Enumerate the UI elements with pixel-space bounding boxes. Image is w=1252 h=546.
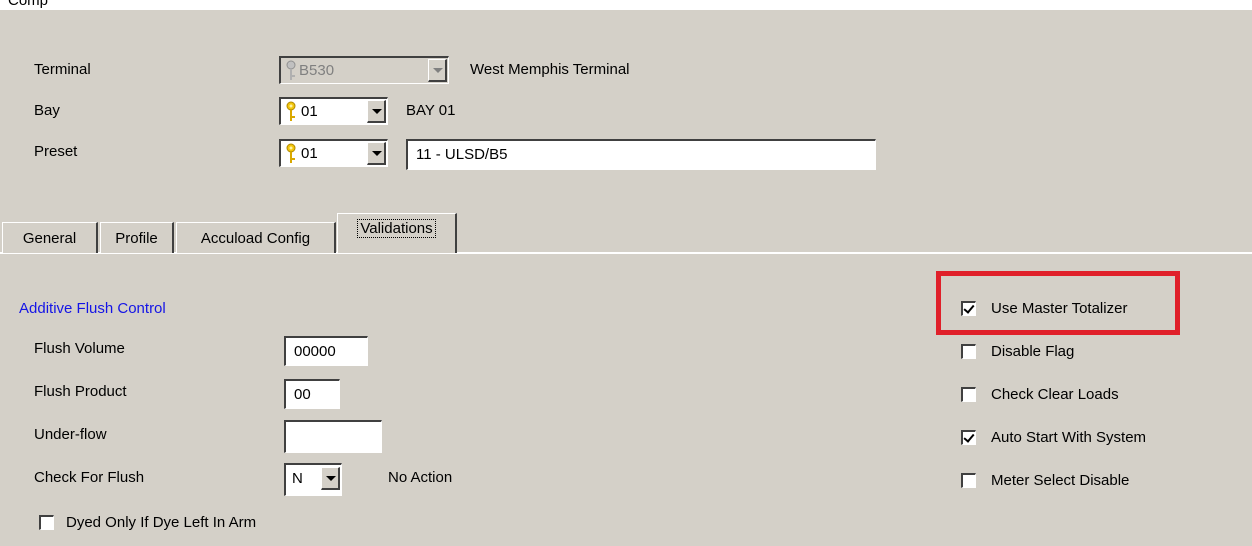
check-clear-loads-checkbox[interactable] <box>961 387 976 402</box>
tab-profile[interactable]: Profile <box>100 222 174 253</box>
chevron-down-icon[interactable] <box>367 142 386 165</box>
bay-name: BAY 01 <box>406 102 456 119</box>
tab-validations[interactable]: Validations <box>337 213 457 253</box>
check-for-flush-label: Check For Flush <box>34 469 145 486</box>
check-clear-loads-label: Check Clear Loads <box>991 386 1119 403</box>
chevron-down-icon[interactable] <box>321 467 340 490</box>
terminal-code: B530 <box>299 62 335 79</box>
flush-product-label: Flush Product <box>34 383 127 400</box>
meter-select-disable-label: Meter Select Disable <box>991 472 1130 489</box>
chevron-down-icon[interactable] <box>367 100 386 123</box>
tab-general-label: General <box>22 230 77 247</box>
terminal-combo[interactable]: B530 <box>279 56 449 84</box>
terminal-name: West Memphis Terminal <box>470 61 630 78</box>
auto-start-with-system-checkbox[interactable] <box>961 430 976 445</box>
tab-accuload-config[interactable]: Accuload Config <box>176 222 336 253</box>
disable-flag-label: Disable Flag <box>991 343 1075 360</box>
tab-general[interactable]: General <box>2 222 98 253</box>
check-for-flush-select[interactable]: N <box>284 463 342 496</box>
dyed-only-checkbox[interactable] <box>39 515 54 530</box>
preset-label: Preset <box>34 143 78 160</box>
tab-accuload-config-label: Accuload Config <box>200 230 311 247</box>
check-for-flush-description: No Action <box>388 469 453 486</box>
key-icon <box>286 143 296 163</box>
tab-validations-label: Validations <box>357 219 436 238</box>
key-icon <box>286 101 296 121</box>
dyed-only-label: Dyed Only If Dye Left In Arm <box>66 514 257 531</box>
preset-name-input[interactable]: 11 - ULSD/B5 <box>406 139 876 170</box>
flush-product-input[interactable]: 00 <box>284 379 340 409</box>
disable-flag-checkbox[interactable] <box>961 344 976 359</box>
preset-code: 01 <box>301 145 318 162</box>
bay-combo[interactable]: 01 <box>279 97 388 125</box>
partial-header-text: Comp <box>8 0 49 9</box>
underflow-input[interactable] <box>284 420 382 453</box>
section-title: Additive Flush Control <box>19 300 166 317</box>
bay-label: Bay <box>34 102 60 119</box>
meter-select-disable-checkbox[interactable] <box>961 473 976 488</box>
key-icon <box>286 60 296 80</box>
auto-start-with-system-label: Auto Start With System <box>991 429 1147 446</box>
top-strip: Comp <box>0 0 1252 10</box>
flush-volume-input[interactable]: 00000 <box>284 336 368 366</box>
preset-combo[interactable]: 01 <box>279 139 388 167</box>
use-master-totalizer-checkbox[interactable] <box>961 301 976 316</box>
tab-profile-label: Profile <box>115 230 158 247</box>
terminal-label: Terminal <box>34 61 91 78</box>
bay-code: 01 <box>301 103 318 120</box>
underflow-label: Under-flow <box>34 426 107 443</box>
check-for-flush-value: N <box>292 470 303 487</box>
flush-volume-label: Flush Volume <box>34 340 125 357</box>
chevron-down-icon[interactable] <box>428 59 447 82</box>
use-master-totalizer-label: Use Master Totalizer <box>991 300 1128 317</box>
